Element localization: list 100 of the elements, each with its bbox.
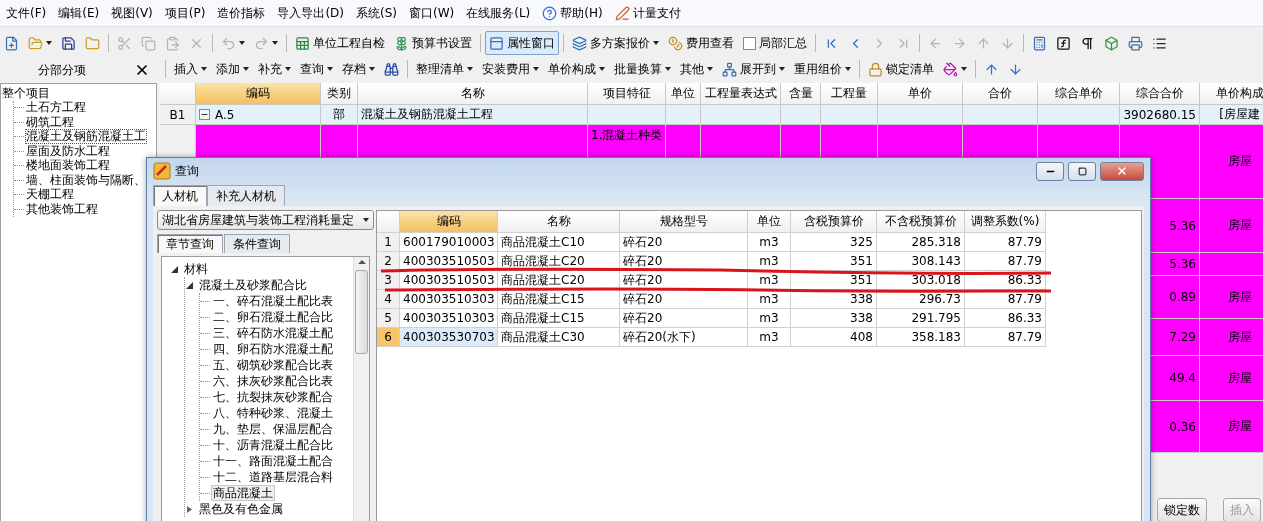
menu-item[interactable]: 帮助(H) bbox=[536, 4, 609, 22]
tree-item[interactable]: 三、碎石防水混凝土配 bbox=[211, 325, 335, 341]
menu-item[interactable]: 在线服务(L) bbox=[460, 4, 537, 22]
toolbar-button[interactable]: 批量换算 bbox=[610, 57, 675, 81]
menu-item[interactable]: 导入导出(D) bbox=[271, 4, 350, 22]
toolbar-button[interactable]: 费用查看 bbox=[664, 31, 738, 55]
tree-item[interactable]: 十、沥青混凝土配合比 bbox=[211, 437, 335, 453]
toolbar-button[interactable]: 单位工程自检 bbox=[291, 31, 389, 55]
tab[interactable]: 人材机 bbox=[153, 185, 207, 206]
tree-item[interactable]: 十一、路面混凝土配合 bbox=[211, 453, 335, 469]
tree-item[interactable]: 十二、道路基层混合料 bbox=[211, 469, 335, 485]
tab[interactable]: 条件查询 bbox=[224, 234, 290, 253]
tree-item[interactable]: 其他装饰工程 bbox=[25, 201, 99, 217]
tree-item[interactable]: 八、特种砂浆、混凝土 bbox=[211, 405, 335, 421]
tree-item[interactable]: 材料 bbox=[182, 261, 210, 277]
tree-item[interactable]: 商品混凝土 bbox=[211, 485, 275, 501]
row-number: 6 bbox=[377, 328, 400, 347]
tree-item[interactable]: 砌筑工程 bbox=[25, 114, 75, 130]
caret-icon bbox=[845, 67, 851, 71]
toolbar-button[interactable]: 添加 bbox=[212, 57, 253, 81]
library-dropdown[interactable]: 湖北省房屋建筑与装饰工程消耗量定 bbox=[157, 210, 374, 230]
tree-item[interactable]: 天棚工程 bbox=[25, 187, 75, 203]
tree-item[interactable]: 九、垫层、保温层配合 bbox=[211, 421, 335, 437]
column-header[interactable]: 综合合价 bbox=[1120, 83, 1200, 105]
maximize-button[interactable] bbox=[1068, 161, 1096, 181]
close-icon bbox=[134, 62, 150, 78]
menu-item[interactable]: 编辑(E) bbox=[52, 4, 106, 22]
minimize-button[interactable] bbox=[1036, 161, 1064, 181]
checkbox[interactable] bbox=[743, 36, 756, 50]
tree-item[interactable]: 六、抹灰砂浆配合比表 bbox=[211, 373, 335, 389]
toolbar-button[interactable]: 整理清单 bbox=[412, 57, 477, 81]
collapse-arrow-icon[interactable] bbox=[171, 265, 178, 273]
scrollbar[interactable] bbox=[353, 257, 369, 521]
arrow-down-icon bbox=[1000, 35, 1015, 51]
toolbar-button[interactable]: 安装费用 bbox=[478, 57, 543, 81]
menu-item[interactable]: 文件(F) bbox=[0, 4, 53, 22]
tree-item[interactable]: 土石方工程 bbox=[25, 100, 87, 116]
expand-arrow-icon[interactable] bbox=[186, 505, 193, 513]
checkbox-field[interactable]: 局部汇总 bbox=[739, 31, 811, 55]
tree-item[interactable]: 整个项目 bbox=[1, 85, 51, 101]
menu-item[interactable]: 窗口(W) bbox=[403, 4, 461, 22]
column-header[interactable]: 规格型号 bbox=[620, 211, 748, 233]
tree-item[interactable]: 五、砌筑砂浆配合比表 bbox=[211, 357, 335, 373]
menu-item[interactable]: 计量支付 bbox=[608, 4, 687, 22]
column-header[interactable]: 综合单价 bbox=[1038, 83, 1120, 105]
column-header[interactable]: 单位 bbox=[748, 211, 791, 233]
toolbar-button[interactable]: 重用组价 bbox=[790, 57, 855, 81]
column-header[interactable]: 合价 bbox=[963, 83, 1038, 105]
toolbar-button[interactable]: 查询 bbox=[296, 57, 337, 81]
toolbar-button[interactable]: 其他 bbox=[676, 57, 717, 81]
toolbar-button[interactable]: 锁定清单 bbox=[864, 57, 938, 81]
action-button[interactable]: 锁定数 bbox=[1157, 498, 1207, 521]
column-header[interactable]: 名称 bbox=[498, 211, 620, 233]
column-header[interactable]: 编码 bbox=[196, 83, 321, 105]
collapse-arrow-icon[interactable] bbox=[186, 281, 193, 289]
toolbar-button[interactable]: 属性窗口 bbox=[485, 31, 559, 55]
toolbar-button[interactable]: 展开到 bbox=[718, 57, 789, 81]
row-header: B1 bbox=[160, 105, 196, 125]
tree-item[interactable]: 一、碎石混凝土配比表 bbox=[211, 293, 335, 309]
column-header[interactable]: 工程量 bbox=[821, 83, 878, 105]
menu-item[interactable]: 项目(P) bbox=[158, 4, 212, 22]
menu-item[interactable]: 造价指标 bbox=[211, 4, 272, 22]
tree-item[interactable]: 四、卵石防水混凝土配 bbox=[211, 341, 335, 357]
column-header[interactable]: 含税预算价 bbox=[791, 211, 877, 233]
column-header[interactable]: 名称 bbox=[358, 83, 588, 105]
column-header[interactable]: 工程量表达式 bbox=[701, 83, 781, 105]
tree-item[interactable]: 混凝土及钢筋混凝土工 bbox=[25, 129, 147, 145]
column-header[interactable]: 调整系数(%) bbox=[965, 211, 1046, 233]
collapse-icon[interactable] bbox=[199, 109, 210, 120]
tab[interactable]: 章节查询 bbox=[157, 234, 223, 253]
tree-item[interactable]: 二、卵石混凝土配合比 bbox=[211, 309, 335, 325]
column-header[interactable]: 不含税预算价 bbox=[877, 211, 965, 233]
column-header[interactable]: 单位 bbox=[666, 83, 701, 105]
tree-item[interactable]: 黑色及有色金属 bbox=[197, 501, 285, 517]
menu-item[interactable]: 系统(S) bbox=[350, 4, 403, 22]
tree-item[interactable]: 墙、柱面装饰与隔断、 bbox=[25, 172, 147, 188]
caret-icon bbox=[779, 67, 785, 71]
row-number: 1 bbox=[377, 233, 400, 252]
tab[interactable]: 补充人材机 bbox=[207, 185, 285, 206]
toolbar-button[interactable]: 存档 bbox=[338, 57, 379, 81]
scissors-icon bbox=[117, 35, 132, 51]
column-header[interactable]: 含量 bbox=[781, 83, 821, 105]
close-button[interactable] bbox=[134, 62, 150, 78]
toolbar-button[interactable]: 插入 bbox=[170, 57, 211, 81]
tree-item[interactable]: 混凝土及砂浆配合比 bbox=[197, 277, 309, 293]
toolbar-button[interactable]: 预算书设置 bbox=[390, 31, 476, 55]
new-file-icon bbox=[4, 35, 19, 51]
toolbar-button[interactable]: 补充 bbox=[254, 57, 295, 81]
toolbar-button[interactable]: 多方案报价 bbox=[568, 31, 663, 55]
toolbar-button[interactable]: 单价构成 bbox=[544, 57, 609, 81]
caret-icon bbox=[599, 67, 605, 71]
column-header[interactable]: 类别 bbox=[321, 83, 358, 105]
column-header[interactable]: 项目特征 bbox=[588, 83, 666, 105]
menu-item[interactable]: 视图(V) bbox=[105, 4, 159, 22]
tree-item[interactable]: 楼地面装饰工程 bbox=[25, 158, 111, 174]
lock-icon bbox=[868, 61, 883, 77]
tree-item[interactable]: 七、抗裂抹灰砂浆配合 bbox=[211, 389, 335, 405]
column-header[interactable]: 编码 bbox=[400, 211, 498, 233]
tree-item[interactable]: 屋面及防水工程 bbox=[25, 143, 111, 159]
column-header[interactable]: 单价 bbox=[878, 83, 963, 105]
